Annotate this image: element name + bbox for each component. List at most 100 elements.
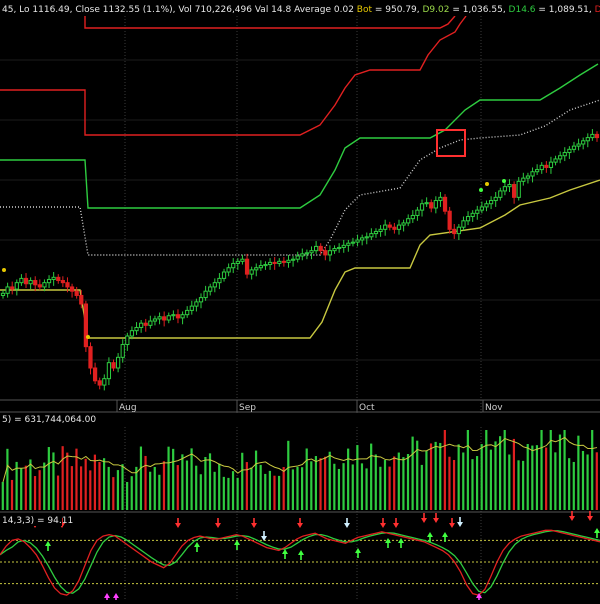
x-tick-label: Oct (359, 403, 375, 413)
arrow-stem (596, 533, 598, 538)
candle-body (461, 220, 466, 228)
volume-bar (337, 468, 341, 510)
arrow-stem (357, 553, 359, 558)
volume-bar (388, 466, 391, 510)
volume-bar (236, 477, 239, 510)
volume-bar (181, 454, 184, 510)
candle-body (452, 228, 457, 235)
volume-bar (241, 452, 244, 510)
volume-bar (595, 452, 598, 510)
signal-dot (2, 268, 6, 272)
candle-body (203, 290, 208, 299)
candle-body (433, 200, 438, 209)
volume-bar (98, 461, 101, 510)
volume-bar (24, 465, 27, 510)
volume-bar (535, 445, 539, 510)
arrow-stem (435, 513, 437, 518)
volume-bar (264, 473, 267, 510)
candle-body (406, 218, 411, 224)
volume-bar (324, 456, 327, 510)
volume-bar (139, 446, 143, 510)
volume-bar (526, 444, 529, 510)
candle-body (171, 314, 176, 317)
volume-bar (199, 474, 202, 510)
candle-body (290, 258, 296, 261)
candle-body (83, 303, 88, 348)
candle-body (396, 224, 402, 230)
volume-bar (158, 474, 161, 510)
volume-bar (20, 468, 23, 510)
candle-body (438, 196, 443, 202)
arrow-stem (300, 555, 302, 560)
arrow-stem (217, 518, 219, 523)
volume-bar (581, 450, 585, 510)
candle-body (567, 148, 572, 154)
header-part: = 1,089.51, (536, 5, 595, 15)
volume-bar (374, 454, 377, 510)
volume-bar (489, 449, 492, 510)
stock-chart: Aug Sep Oct Nov 45, Lo 1116.49, Close 1132.… (0, 0, 600, 603)
candle-body (208, 286, 213, 292)
volume-bar (360, 463, 364, 510)
candle-body (479, 206, 484, 211)
candle-body (512, 184, 517, 198)
volume-bar (291, 469, 294, 510)
volume-bar (522, 460, 525, 510)
volume-bar (406, 454, 410, 510)
candle-body (585, 137, 590, 142)
candle-body (217, 277, 222, 284)
volume-bar (204, 456, 207, 510)
candle-body (143, 322, 148, 326)
volume-bar (222, 476, 225, 510)
candle-body (46, 278, 52, 284)
candle-body (60, 280, 65, 284)
volume-bar (305, 448, 308, 510)
volume-bar (162, 461, 166, 510)
volume-bar (190, 448, 193, 510)
candle-body (33, 280, 38, 286)
candle-body (447, 210, 452, 230)
candle-body (419, 203, 425, 211)
candle-body (37, 284, 42, 288)
volume-bar (365, 468, 368, 510)
volume-bar (231, 471, 235, 510)
volume-bar (545, 447, 548, 510)
volume-bar (218, 463, 221, 510)
candle-body (525, 175, 531, 179)
candle-body (74, 290, 79, 296)
volume-bar (471, 459, 474, 510)
volume-bar (310, 461, 313, 510)
arrow-stem (423, 513, 425, 518)
volume-bar (503, 430, 506, 510)
candle-body (189, 305, 194, 311)
arrow-stem (395, 518, 397, 523)
candle-body (456, 226, 461, 235)
header-part: D23.6 (595, 5, 600, 15)
candle-body (231, 262, 236, 269)
candle-body (65, 282, 70, 288)
volume-bar (563, 430, 566, 510)
volume-bar (273, 475, 276, 510)
volume-bar (439, 442, 442, 510)
volume-bar (356, 445, 359, 510)
volume-bar (79, 466, 83, 510)
candle-body (111, 362, 116, 369)
volume-bar (176, 465, 179, 510)
candle-body (332, 248, 337, 252)
candle-body (14, 282, 19, 290)
candle-body (254, 267, 259, 271)
volume-bar (172, 448, 175, 510)
candle-body (392, 226, 397, 230)
volume-bar (10, 479, 14, 510)
volume-bar (75, 448, 78, 510)
candle-body (314, 245, 319, 252)
candle-body (272, 261, 277, 264)
volume-bar (457, 444, 460, 510)
volume-bar (342, 463, 345, 510)
candle-body (281, 260, 286, 263)
candle-body (120, 344, 125, 358)
volume-bar (577, 435, 580, 510)
candle-body (295, 255, 300, 260)
volume-bar (227, 477, 230, 510)
volume-bar (494, 441, 497, 510)
